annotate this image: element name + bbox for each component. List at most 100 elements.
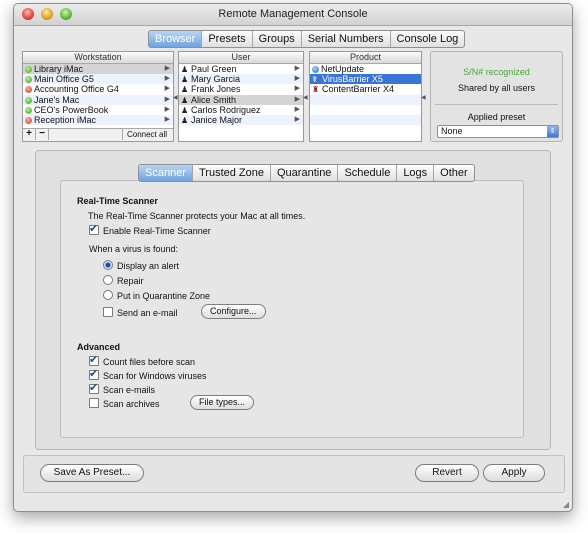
realtime-description: The Real-Time Scanner protects your Mac …	[88, 211, 306, 221]
send-email-checkbox[interactable]: Send an e-mail	[103, 307, 178, 318]
enable-realtime-label: Enable Real-Time Scanner	[103, 226, 211, 236]
advanced-heading: Advanced	[77, 342, 121, 352]
radio-selected-icon	[103, 260, 113, 270]
workstation-row[interactable]: Library iMac ▶	[23, 64, 173, 75]
disclosure-arrow-icon: ▶	[164, 65, 170, 72]
checkbox-empty-icon	[103, 307, 113, 317]
workstation-header: Workstation	[23, 52, 173, 64]
tab-schedule[interactable]: Schedule	[337, 165, 396, 181]
radio-quarantine[interactable]: Put in Quarantine Zone	[103, 290, 210, 301]
checkbox-checked-icon	[89, 222, 99, 235]
disclosure-arrow-icon: ▶	[294, 75, 300, 83]
disclosure-arrow-icon: ▶	[164, 75, 170, 83]
user-row[interactable]: ♟ Frank Jones ▶	[179, 84, 303, 94]
product-row[interactable]: ♜ ContentBarrier X4	[310, 84, 421, 94]
radio-repair[interactable]: Repair	[103, 275, 144, 286]
product-row[interactable]: ☤ VirusBarrier X5	[310, 74, 421, 85]
disclosure-arrow-icon: ▶	[164, 95, 170, 103]
netupdate-icon	[312, 66, 319, 73]
workstation-row[interactable]: Reception iMac ▶	[23, 114, 173, 126]
user-icon: ♟	[181, 65, 189, 74]
title-bar[interactable]: Remote Management Console	[14, 4, 572, 26]
scan-windows-checkbox[interactable]: Scan for Windows viruses	[89, 367, 207, 381]
product-row-empty	[310, 105, 421, 115]
tab-trusted-zone[interactable]: Trusted Zone	[191, 165, 270, 181]
checkbox-checked-icon	[89, 381, 99, 394]
user-row[interactable]: ♟ Janice Major ▶	[179, 114, 303, 126]
workstation-label: Reception iMac	[34, 114, 97, 125]
user-row[interactable]: ♟ Carlos Rodriguez ▶	[179, 105, 303, 115]
virus-found-label: When a virus is found:	[89, 244, 179, 254]
disclosure-arrow-icon: ▶	[164, 105, 170, 113]
serial-status: S/N# recognized	[463, 67, 530, 77]
status-online-icon	[25, 76, 32, 84]
workstation-label: Main Office G5	[34, 74, 94, 85]
realtime-heading: Real-Time Scanner	[77, 196, 158, 206]
virusbarrier-icon: ☤	[312, 75, 318, 85]
disclosure-arrow-icon: ▶	[164, 85, 170, 93]
license-info-panel: S/N# recognized Shared by all users Appl…	[430, 51, 563, 142]
product-label: VirusBarrier X5	[322, 74, 383, 85]
enable-realtime-checkbox[interactable]: Enable Real-Time Scanner	[89, 222, 211, 236]
column-resize-handle[interactable]: ◀	[303, 94, 308, 101]
file-types-button[interactable]: File types...	[190, 395, 255, 410]
workstation-row[interactable]: Main Office G5 ▶	[23, 74, 173, 85]
scan-emails-label: Scan e-mails	[103, 385, 156, 395]
configure-button[interactable]: Configure...	[201, 304, 266, 319]
product-label: NetUpdate	[321, 64, 365, 74]
product-row[interactable]: NetUpdate	[310, 64, 421, 74]
checkbox-empty-icon	[89, 398, 99, 408]
tab-quarantine[interactable]: Quarantine	[270, 165, 337, 181]
radio-display-alert[interactable]: Display an alert	[103, 260, 179, 271]
user-list[interactable]: User ♟ Paul Green ▶ ♟ Mary Garcia ▶ ♟ Frank J…	[178, 51, 304, 142]
tab-serial-numbers[interactable]: Serial Numbers	[300, 31, 390, 47]
tab-logs[interactable]: Logs	[396, 165, 433, 181]
disclosure-arrow-icon: ▶	[164, 115, 170, 123]
user-row[interactable]: ♟ Alice Smith ▶	[179, 94, 303, 105]
disclosure-arrow-icon: ▶	[294, 105, 300, 113]
workstation-list[interactable]: Workstation Library iMac ▶ Main Office G5…	[22, 51, 174, 142]
revert-button[interactable]: Revert	[415, 464, 479, 482]
tab-groups[interactable]: Groups	[251, 31, 301, 47]
main-window: Remote Management Console Browser Preset…	[13, 3, 573, 512]
user-label: Janice Major	[191, 114, 243, 125]
workstation-row[interactable]: Accounting Office G4 ▶	[23, 84, 173, 94]
radio-empty-icon	[103, 290, 113, 300]
user-label: Mary Garcia	[191, 74, 241, 85]
status-online-icon	[25, 106, 32, 114]
tab-presets[interactable]: Presets	[201, 31, 251, 47]
column-resize-handle[interactable]: ◀	[173, 94, 178, 101]
status-offline-icon	[25, 116, 32, 124]
apply-button[interactable]: Apply	[483, 464, 545, 482]
product-header: Product	[310, 52, 421, 64]
resize-grip-icon[interactable]: ◢	[563, 500, 569, 509]
connect-all-button[interactable]: Connect all	[121, 129, 171, 140]
tab-browser[interactable]: Browser	[149, 31, 202, 47]
user-icon: ♟	[181, 85, 189, 95]
save-as-preset-button[interactable]: Save As Preset...	[40, 464, 144, 482]
user-row[interactable]: ♟ Paul Green ▶	[179, 64, 303, 74]
user-label: Frank Jones	[191, 84, 241, 95]
tab-console-log[interactable]: Console Log	[389, 31, 465, 47]
column-resize-handle[interactable]: ◀	[421, 94, 426, 101]
workstation-row[interactable]: Jane's Mac ▶	[23, 94, 173, 105]
tab-other[interactable]: Other	[433, 165, 474, 181]
user-row[interactable]: ♟ Mary Garcia ▶	[179, 74, 303, 85]
scan-archives-checkbox[interactable]: Scan archives	[89, 398, 160, 409]
product-label: ContentBarrier X4	[322, 84, 395, 95]
disclosure-arrow-icon: ▶	[294, 95, 300, 103]
status-online-icon	[25, 96, 32, 104]
user-label: Paul Green	[191, 64, 237, 74]
applied-preset-select[interactable]: None ⇕	[437, 125, 559, 138]
remove-workstation-button[interactable]: −	[36, 129, 49, 140]
count-files-checkbox[interactable]: Count files before scan	[89, 353, 196, 367]
workstation-label: CEO's PowerBook	[34, 104, 109, 115]
add-workstation-button[interactable]: +	[23, 129, 36, 140]
count-files-label: Count files before scan	[103, 357, 196, 367]
workstation-row[interactable]: CEO's PowerBook ▶	[23, 105, 173, 115]
scan-emails-checkbox[interactable]: Scan e-mails	[89, 381, 156, 395]
radio-label: Repair	[117, 276, 144, 286]
product-list[interactable]: Product NetUpdate ☤ VirusBarrier X5 ♜ Cont…	[309, 51, 422, 142]
tab-scanner[interactable]: Scanner	[139, 165, 192, 181]
send-email-label: Send an e-mail	[117, 308, 178, 318]
